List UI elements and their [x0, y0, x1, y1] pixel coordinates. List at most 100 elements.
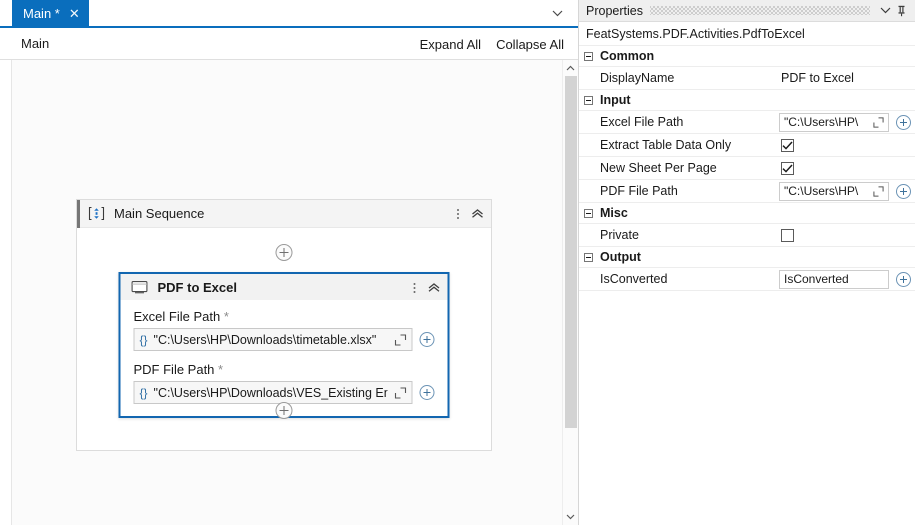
property-value[interactable]: "C:\Users\HP\: [779, 180, 915, 203]
property-value[interactable]: PDF to Excel: [779, 67, 915, 90]
property-group-input[interactable]: Input: [579, 90, 915, 111]
pdf-to-excel-icon: [131, 280, 148, 294]
property-value[interactable]: "C:\Users\HP\: [779, 111, 915, 134]
property-row-excel-file-path[interactable]: Excel File Path "C:\Users\HP\: [579, 111, 915, 134]
excel-file-path-label: Excel File Path *: [134, 309, 435, 324]
scroll-up-icon[interactable]: [563, 60, 579, 76]
required-marker: *: [218, 362, 224, 377]
properties-pane: Properties FeatSystems.PDF.Activities.Pd…: [578, 0, 915, 525]
property-expression-input[interactable]: "C:\Users\HP\: [779, 181, 889, 201]
property-row-pdf-file-path[interactable]: PDF File Path "C:\Users\HP\: [579, 180, 915, 203]
property-group-misc[interactable]: Misc: [579, 203, 915, 224]
property-value-text: "C:\Users\HP\: [784, 184, 859, 198]
properties-header: Properties: [579, 0, 915, 22]
designer-pane: Main * ✕ Main Expand All Collapse All Ma…: [0, 0, 578, 525]
checkbox-extract-table-data-only[interactable]: [781, 138, 794, 152]
property-value[interactable]: [779, 134, 915, 157]
collapse-group-icon[interactable]: [584, 252, 593, 262]
property-group-common[interactable]: Common: [579, 46, 915, 67]
add-variable-icon[interactable]: [896, 271, 911, 287]
pdf-file-path-row: {} "C:\Users\HP\Downloads\VES_Existing E…: [133, 381, 435, 404]
panel-drag-grip[interactable]: [649, 6, 870, 15]
property-row-isconverted[interactable]: IsConverted IsConverted: [579, 268, 915, 291]
property-value[interactable]: [779, 224, 915, 247]
collapse-all-button[interactable]: Collapse All: [496, 37, 564, 52]
scrollbar-thumb[interactable]: [564, 76, 577, 428]
property-value-input[interactable]: IsConverted: [779, 269, 889, 289]
property-name: Private: [600, 228, 639, 242]
property-value[interactable]: IsConverted: [779, 268, 915, 291]
checkbox-private[interactable]: [781, 228, 794, 242]
more-options-icon[interactable]: [457, 209, 459, 219]
add-variable-icon[interactable]: [419, 332, 435, 347]
pdf-file-path-input[interactable]: {} "C:\Users\HP\Downloads\VES_Existing E…: [133, 381, 413, 404]
property-expression-input[interactable]: "C:\Users\HP\: [779, 112, 889, 132]
sequence-body: PDF to Excel Excel File Path * {} "C:\Us…: [77, 228, 491, 451]
property-row-new-sheet-per-page[interactable]: New Sheet Per Page: [579, 157, 915, 180]
activity-body: Excel File Path * {} "C:\Users\HP\Downlo…: [120, 300, 448, 416]
property-name: Extract Table Data Only: [600, 138, 732, 152]
add-variable-icon[interactable]: [419, 385, 435, 400]
chevron-up-icon[interactable]: [471, 208, 484, 220]
property-row-displayname[interactable]: DisplayName PDF to Excel: [579, 67, 915, 90]
required-marker: *: [223, 309, 229, 324]
property-value-text: PDF to Excel: [781, 71, 854, 85]
open-expression-editor-icon[interactable]: [394, 333, 407, 346]
close-icon[interactable]: ✕: [69, 7, 80, 20]
pdf-file-path-label: PDF File Path *: [134, 362, 435, 377]
checkbox-new-sheet-per-page[interactable]: [781, 161, 794, 175]
pin-icon[interactable]: [893, 3, 909, 19]
properties-title: Properties: [586, 3, 643, 18]
designer-actions: Expand All Collapse All: [420, 28, 564, 60]
property-value[interactable]: [779, 157, 915, 180]
sequence-header: Main Sequence: [77, 199, 491, 228]
tab-main-label: Main *: [23, 5, 60, 21]
excel-file-path-input[interactable]: {} "C:\Users\HP\Downloads\timetable.xlsx…: [133, 328, 413, 351]
property-value-text: "C:\Users\HP\: [784, 115, 859, 129]
sequence-container[interactable]: Main Sequence PDF to Excel Excel File Pa…: [76, 199, 492, 451]
scroll-down-icon[interactable]: [563, 509, 579, 525]
property-row-extract-table-data-only[interactable]: Extract Table Data Only: [579, 134, 915, 157]
add-variable-icon[interactable]: [896, 183, 911, 199]
properties-grid: Common DisplayName PDF to Excel Input Ex…: [579, 46, 915, 291]
property-name: DisplayName: [600, 71, 675, 85]
collapse-group-icon[interactable]: [584, 208, 593, 218]
add-activity-icon[interactable]: [275, 244, 293, 261]
property-group-label: Misc: [600, 206, 628, 220]
add-variable-icon[interactable]: [896, 114, 911, 130]
workflow-canvas[interactable]: Main Sequence PDF to Excel Excel File Pa…: [12, 60, 562, 525]
property-row-private[interactable]: Private: [579, 224, 915, 247]
open-expression-editor-icon[interactable]: [394, 386, 407, 399]
scrollbar-track[interactable]: [563, 76, 579, 509]
tab-main[interactable]: Main * ✕: [12, 0, 89, 26]
sequence-header-buttons: [457, 200, 484, 228]
expression-braces-icon: {}: [139, 332, 148, 347]
canvas-wrapper: Main Sequence PDF to Excel Excel File Pa…: [0, 60, 578, 525]
breadcrumb[interactable]: Main: [21, 36, 49, 51]
property-name: New Sheet Per Page: [600, 161, 717, 175]
chevron-down-icon[interactable]: [877, 3, 893, 19]
property-group-label: Common: [600, 49, 655, 63]
sequence-accent-bar: [77, 199, 80, 228]
property-name: IsConverted: [600, 272, 668, 286]
chevron-down-icon[interactable]: [548, 4, 566, 22]
property-group-output[interactable]: Output: [579, 247, 915, 268]
property-group-label: Output: [600, 250, 641, 264]
chevron-up-icon[interactable]: [428, 282, 441, 294]
expression-braces-icon: {}: [139, 385, 148, 400]
collapse-group-icon[interactable]: [584, 51, 593, 61]
breadcrumb-bar: Main Expand All Collapse All: [0, 28, 578, 60]
activity-pdf-to-excel[interactable]: PDF to Excel Excel File Path * {} "C:\Us…: [118, 272, 450, 418]
open-expression-editor-icon[interactable]: [872, 185, 885, 198]
add-activity-icon[interactable]: [275, 402, 293, 419]
pdf-file-path-value: "C:\Users\HP\Downloads\VES_Existing En: [153, 385, 388, 400]
collapse-group-icon[interactable]: [584, 95, 593, 105]
property-name: Excel File Path: [600, 115, 684, 129]
open-expression-editor-icon[interactable]: [872, 116, 885, 129]
more-options-icon[interactable]: [413, 283, 416, 293]
canvas-left-gutter: [0, 60, 12, 525]
excel-file-path-row: {} "C:\Users\HP\Downloads\timetable.xlsx…: [133, 328, 435, 351]
sequence-icon: [87, 206, 105, 222]
canvas-vertical-scrollbar[interactable]: [562, 60, 578, 525]
expand-all-button[interactable]: Expand All: [420, 37, 481, 52]
